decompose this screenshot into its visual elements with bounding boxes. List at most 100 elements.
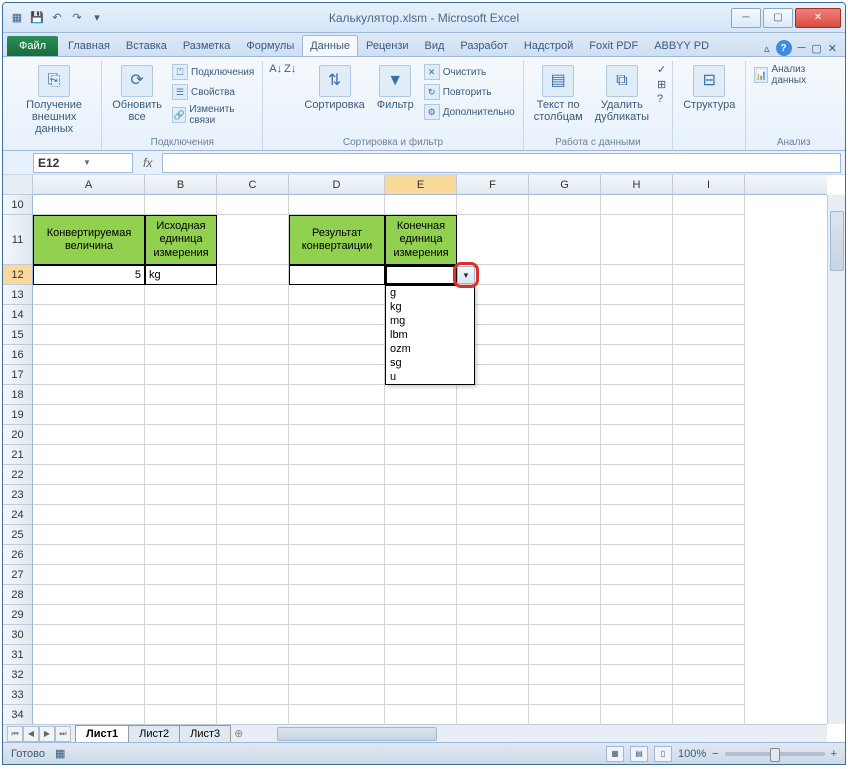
cell[interactable]: [217, 585, 289, 605]
row-header[interactable]: 15: [3, 325, 32, 345]
cell[interactable]: [457, 585, 529, 605]
cell[interactable]: [289, 545, 385, 565]
ribbon-minimize-icon[interactable]: ▵: [764, 42, 770, 55]
qat-more-icon[interactable]: ▾: [89, 10, 105, 26]
minimize-button[interactable]: ─: [731, 8, 761, 28]
row-header[interactable]: 18: [3, 385, 32, 405]
cell[interactable]: [601, 425, 673, 445]
cell[interactable]: [673, 605, 745, 625]
column-header[interactable]: D: [289, 175, 385, 194]
cell[interactable]: [33, 365, 145, 385]
cell[interactable]: [33, 705, 145, 724]
cell[interactable]: [385, 545, 457, 565]
cell[interactable]: [289, 445, 385, 465]
cell[interactable]: [673, 665, 745, 685]
maximize-button[interactable]: ▢: [763, 8, 793, 28]
cell[interactable]: [289, 505, 385, 525]
cell[interactable]: [33, 565, 145, 585]
cell[interactable]: [289, 285, 385, 305]
cell[interactable]: [217, 465, 289, 485]
cell[interactable]: [145, 505, 217, 525]
cell[interactable]: [145, 325, 217, 345]
cell[interactable]: [601, 605, 673, 625]
cell[interactable]: [601, 705, 673, 724]
cell[interactable]: [289, 365, 385, 385]
cell[interactable]: [457, 645, 529, 665]
cell[interactable]: [145, 405, 217, 425]
cell[interactable]: [145, 305, 217, 325]
macro-record-icon[interactable]: ▦: [55, 747, 65, 760]
cell[interactable]: [145, 605, 217, 625]
cell[interactable]: [385, 525, 457, 545]
row-header[interactable]: 30: [3, 625, 32, 645]
cell[interactable]: [601, 325, 673, 345]
cell[interactable]: [217, 485, 289, 505]
cell[interactable]: [457, 405, 529, 425]
cell[interactable]: [529, 285, 601, 305]
cell[interactable]: [289, 195, 385, 215]
cell[interactable]: [601, 685, 673, 705]
cell[interactable]: [457, 685, 529, 705]
cell[interactable]: [673, 625, 745, 645]
cell[interactable]: [289, 665, 385, 685]
cell[interactable]: [529, 385, 601, 405]
normal-view-icon[interactable]: ▦: [606, 746, 624, 762]
cell[interactable]: [673, 705, 745, 724]
cell[interactable]: [217, 705, 289, 724]
cell[interactable]: [289, 705, 385, 724]
data-cell[interactable]: 5: [33, 265, 145, 285]
cell[interactable]: [601, 345, 673, 365]
active-cell[interactable]: [385, 265, 457, 285]
ribbon-tab[interactable]: Foxit PDF: [581, 35, 646, 56]
row-header[interactable]: 29: [3, 605, 32, 625]
header-cell[interactable]: Результат конвертаиции: [289, 215, 385, 265]
cell[interactable]: [217, 405, 289, 425]
cell[interactable]: [33, 605, 145, 625]
ribbon-tab[interactable]: Разметка: [175, 35, 239, 56]
dropdown-option[interactable]: u: [386, 370, 474, 384]
cell[interactable]: [217, 685, 289, 705]
cell[interactable]: [217, 285, 289, 305]
cell[interactable]: [457, 385, 529, 405]
cell[interactable]: [673, 285, 745, 305]
cell[interactable]: [673, 685, 745, 705]
cell[interactable]: [217, 325, 289, 345]
cell[interactable]: [33, 285, 145, 305]
data-validation-icon[interactable]: ✓: [657, 63, 666, 76]
cell[interactable]: [673, 445, 745, 465]
cell[interactable]: [145, 585, 217, 605]
select-all-corner[interactable]: [3, 175, 33, 195]
reapply-button[interactable]: ↻Повторить: [422, 83, 517, 101]
cell[interactable]: [457, 705, 529, 724]
zoom-level[interactable]: 100%: [678, 748, 706, 760]
cell[interactable]: [529, 605, 601, 625]
new-sheet-icon[interactable]: ⊕: [234, 727, 243, 740]
whatif-icon[interactable]: ?: [657, 93, 666, 105]
cell[interactable]: [385, 685, 457, 705]
cell[interactable]: [217, 425, 289, 445]
ribbon-tab[interactable]: Надстрой: [516, 35, 581, 56]
clear-filter-button[interactable]: ✕Очистить: [422, 63, 517, 81]
cell[interactable]: [33, 385, 145, 405]
zoom-slider[interactable]: [725, 752, 825, 756]
cell[interactable]: [217, 645, 289, 665]
consolidate-icon[interactable]: ⊞: [657, 78, 666, 91]
cell[interactable]: [289, 385, 385, 405]
cell[interactable]: [217, 505, 289, 525]
cell[interactable]: [385, 385, 457, 405]
sheet-nav-last-icon[interactable]: ⏭: [55, 726, 71, 742]
cell[interactable]: [457, 485, 529, 505]
ribbon-tab[interactable]: Вид: [417, 35, 453, 56]
cell[interactable]: [145, 425, 217, 445]
column-header[interactable]: B: [145, 175, 217, 194]
cell[interactable]: [673, 585, 745, 605]
help-icon[interactable]: ?: [776, 40, 792, 56]
cell[interactable]: [601, 485, 673, 505]
cell[interactable]: [529, 705, 601, 724]
cell[interactable]: [529, 265, 601, 285]
cell[interactable]: [385, 425, 457, 445]
cell[interactable]: [529, 585, 601, 605]
cell[interactable]: [673, 425, 745, 445]
cell[interactable]: [601, 525, 673, 545]
row-header[interactable]: 25: [3, 525, 32, 545]
